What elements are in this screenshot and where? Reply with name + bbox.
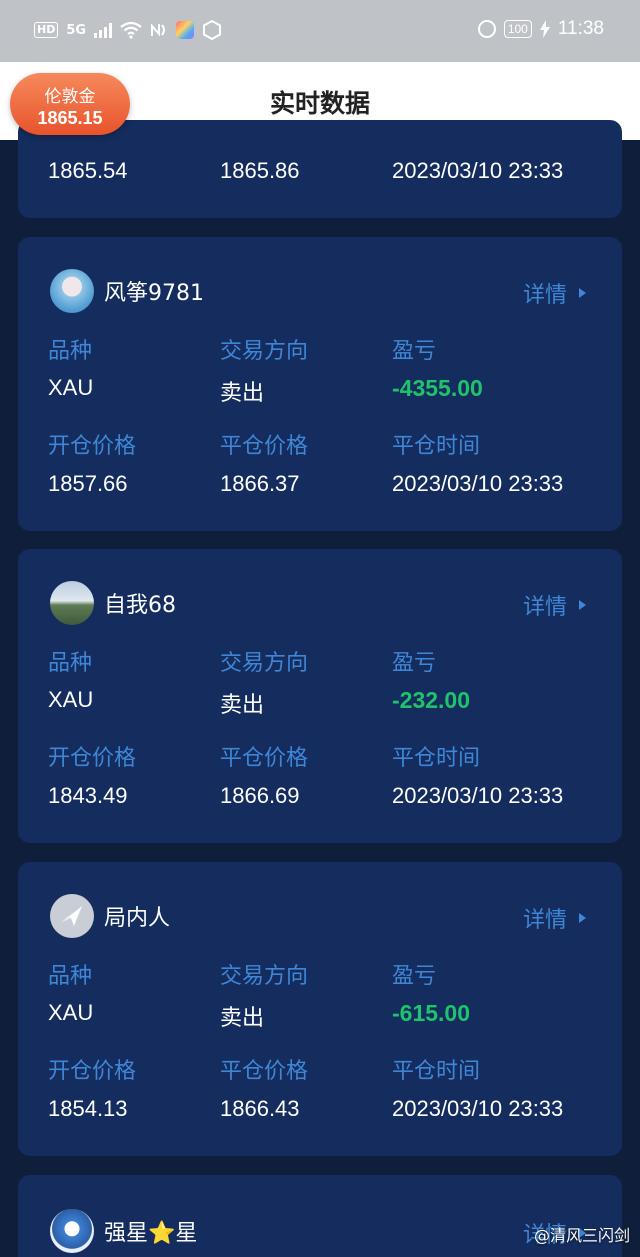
- close-time-value: 2023/03/10 23:33: [392, 158, 564, 183]
- close-price-value: 1866.37: [220, 471, 300, 496]
- trade-card[interactable]: 自我68 详情 品种 交易方向 盈亏 XAU 卖出 -232.00 开仓价格 平…: [18, 549, 622, 843]
- close-time-value: 2023/03/10 23:33: [392, 783, 564, 808]
- open-price-value: 1857.66: [48, 471, 128, 496]
- open-price-value: 1843.49: [48, 783, 128, 808]
- clock-time: 11:38: [557, 18, 604, 39]
- close-price-label: 平仓价格: [220, 434, 309, 459]
- pnl-value: -232.00: [392, 687, 471, 713]
- bird-logo-icon: [62, 906, 82, 926]
- close-time-label: 平仓时间: [392, 1059, 481, 1084]
- direction-label: 交易方向: [220, 964, 309, 989]
- triangle-right-icon: [579, 600, 586, 610]
- variety-label: 品种: [48, 651, 93, 676]
- close-time-value: 2023/03/10 23:33: [392, 471, 564, 496]
- app-icon: [176, 21, 195, 39]
- trade-card-partial[interactable]: 1865.54 1865.86 2023/03/10 23:33: [18, 120, 622, 218]
- user-name[interactable]: 局内人: [104, 900, 170, 932]
- open-price-value: 1865.54: [48, 158, 128, 183]
- user-avatar[interactable]: [50, 269, 94, 313]
- nfc-icon: [151, 23, 166, 37]
- detail-link[interactable]: 详情: [523, 589, 586, 621]
- user-name[interactable]: 强星⭐星: [104, 1215, 197, 1247]
- trade-card[interactable]: 局内人 详情 品种 交易方向 盈亏 XAU 卖出 -615.00 开仓价格 平仓…: [18, 862, 622, 1156]
- status-bar: HD 5G 100 11:38: [0, 0, 640, 62]
- pnl-label: 盈亏: [392, 651, 437, 676]
- open-price-label: 开仓价格: [48, 434, 137, 459]
- close-time-label: 平仓时间: [392, 746, 481, 771]
- triangle-right-icon: [579, 288, 586, 298]
- battery-icon: 100: [503, 20, 532, 38]
- user-avatar[interactable]: [50, 1209, 94, 1253]
- open-price-value: 1854.13: [48, 1096, 128, 1121]
- open-price-label: 开仓价格: [48, 1059, 137, 1084]
- alarm-icon: [477, 20, 496, 38]
- gold-name: 伦敦金: [44, 87, 96, 107]
- watermark-text: @清风三闪剑: [533, 1226, 630, 1245]
- detail-label: 详情: [522, 283, 567, 308]
- variety-label: 品种: [48, 964, 93, 989]
- detail-link[interactable]: 详情: [523, 902, 586, 934]
- user-avatar[interactable]: [50, 581, 94, 625]
- trade-card-partial[interactable]: 强星⭐星 详情: [18, 1175, 622, 1257]
- close-price-value: 1866.43: [220, 1096, 300, 1121]
- hd-icon: HD: [34, 22, 59, 38]
- detail-link[interactable]: 详情: [523, 277, 586, 309]
- variety-label: 品种: [48, 339, 93, 364]
- direction-value: 卖出: [220, 1006, 265, 1031]
- pnl-label: 盈亏: [392, 339, 437, 364]
- close-time-value: 2023/03/10 23:33: [392, 1096, 564, 1121]
- direction-value: 卖出: [220, 381, 265, 406]
- open-price-label: 开仓价格: [48, 746, 137, 771]
- pnl-value: -615.00: [392, 1000, 471, 1026]
- close-price-label: 平仓价格: [220, 746, 309, 771]
- triangle-right-icon: [579, 913, 586, 923]
- pnl-label: 盈亏: [392, 964, 437, 989]
- close-price-value: 1866.69: [220, 783, 300, 808]
- direction-label: 交易方向: [220, 339, 309, 364]
- close-price-value: 1865.86: [220, 158, 300, 183]
- user-name[interactable]: 风筝9781: [104, 275, 204, 307]
- watermark: @清风三闪剑: [534, 1222, 630, 1246]
- gold-price-badge[interactable]: 伦敦金 1865.15: [10, 73, 130, 135]
- variety-value: XAU: [48, 1000, 94, 1025]
- gold-price: 1865.15: [37, 108, 103, 128]
- detail-label: 详情: [522, 908, 567, 933]
- user-name[interactable]: 自我68: [104, 587, 176, 619]
- variety-value: XAU: [48, 687, 94, 712]
- detail-label: 详情: [522, 595, 567, 620]
- variety-value: XAU: [48, 375, 94, 400]
- charging-icon: [539, 20, 550, 38]
- pnl-value: -4355.00: [392, 375, 483, 401]
- close-time-label: 平仓时间: [392, 434, 481, 459]
- network-label: 5G: [66, 22, 87, 38]
- close-price-label: 平仓价格: [220, 1059, 309, 1084]
- direction-label: 交易方向: [220, 651, 309, 676]
- trade-card[interactable]: 风筝9781 详情 品种 交易方向 盈亏 XAU 卖出 -4355.00 开仓价…: [18, 237, 622, 531]
- wifi-icon: [120, 21, 142, 39]
- user-avatar[interactable]: [50, 894, 94, 938]
- signal-icon: [94, 22, 113, 38]
- direction-value: 卖出: [220, 693, 265, 718]
- hexagon-app-icon: [203, 20, 222, 40]
